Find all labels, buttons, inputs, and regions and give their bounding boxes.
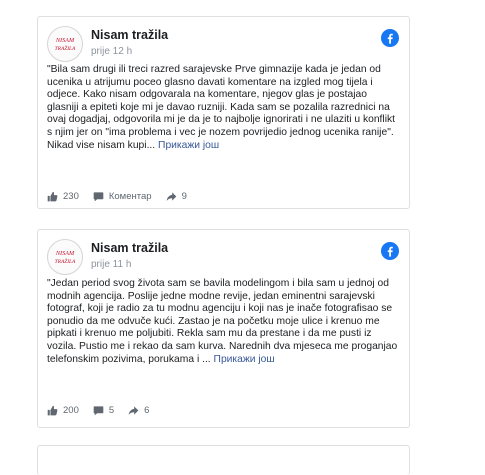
post-body: "Jedan period svog života sam se bavila … — [47, 278, 398, 365]
facebook-icon[interactable] — [381, 242, 399, 260]
comment-label: Коментар — [108, 190, 152, 202]
comment-count: 5 — [108, 404, 115, 416]
like-count: 230 — [63, 190, 79, 202]
facebook-icon[interactable] — [381, 29, 399, 47]
post-text: "Bila sam drugi ili treci razred sarajev… — [47, 64, 399, 152]
comment-icon — [93, 191, 104, 201]
comment-button[interactable]: Коментар — [93, 191, 152, 202]
share-count: 9 — [181, 190, 187, 202]
share-button[interactable]: 6 — [128, 405, 149, 416]
page-name[interactable]: Nisam tražila — [91, 28, 168, 42]
comment-icon — [93, 405, 104, 415]
share-count: 6 — [144, 404, 150, 416]
page-name[interactable]: Nisam tražila — [91, 241, 168, 255]
see-more-link[interactable]: Прикажи још — [214, 354, 275, 365]
post-header: NISAM TRAŽILA Nisam tražila prije 11 h — [47, 239, 400, 279]
like-count: 200 — [63, 404, 79, 416]
post-header: NISAM TRAŽILA Nisam tražila prije 12 h — [47, 26, 400, 66]
thumbs-up-icon — [47, 405, 58, 415]
page-avatar[interactable]: NISAM TRAŽILA — [47, 26, 83, 62]
avatar-logo: NISAM TRAŽILA — [55, 250, 76, 265]
post-card: NISAM TRAŽILA Nisam tražila prije 11 h "… — [37, 229, 410, 428]
svg-text:NISAM: NISAM — [55, 37, 75, 44]
post-footer: 200 5 6 — [47, 401, 400, 419]
post-time[interactable]: prije 11 h — [91, 259, 131, 270]
post-footer: 230 Коментар 9 — [47, 187, 400, 205]
post-card: NISAM TRAŽILA Nisam tražila prije 12 h "… — [37, 16, 410, 209]
share-button[interactable]: 9 — [166, 191, 187, 202]
svg-text:NISAM: NISAM — [55, 250, 75, 257]
share-icon — [128, 405, 139, 415]
post-time[interactable]: prije 12 h — [91, 46, 132, 57]
like-button[interactable]: 200 — [47, 405, 79, 416]
share-icon — [166, 191, 176, 201]
post-body: "Bila sam drugi ili treci razred sarajev… — [47, 64, 396, 151]
comment-button[interactable]: 5 — [93, 405, 114, 416]
see-more-link[interactable]: Прикажи још — [158, 140, 219, 151]
page-avatar[interactable]: NISAM TRAŽILA — [47, 239, 83, 275]
thumbs-up-icon — [47, 191, 58, 201]
avatar-logo: NISAM TRAŽILA — [55, 37, 76, 52]
svg-text:TRAŽILA: TRAŽILA — [55, 257, 76, 265]
post-text: "Jedan period svog života sam se bavila … — [47, 278, 399, 366]
like-button[interactable]: 230 — [47, 191, 79, 202]
svg-text:TRAŽILA: TRAŽILA — [55, 44, 76, 52]
